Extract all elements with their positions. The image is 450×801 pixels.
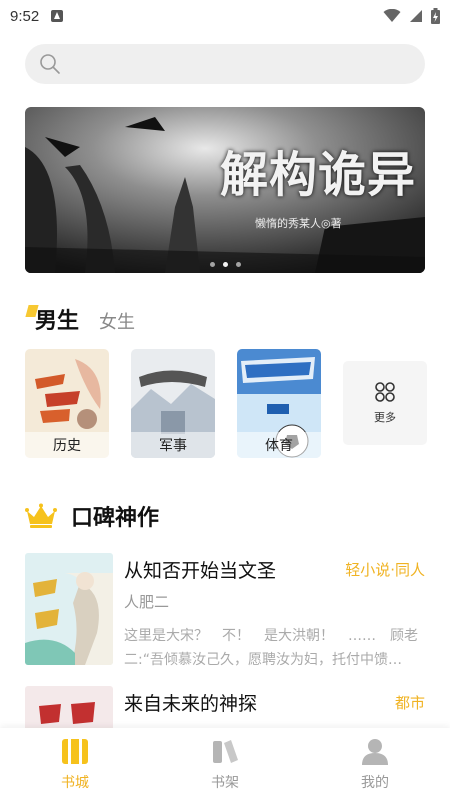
signal-icon [410, 10, 422, 22]
crown-icon [25, 503, 57, 528]
nav-label: 书城 [61, 775, 89, 791]
book-cover-image [25, 553, 113, 665]
notification-icon [51, 10, 64, 22]
category-sports[interactable]: 体育 [237, 349, 321, 458]
banner-dot[interactable] [222, 262, 228, 267]
nav-profile[interactable]: 我的 [300, 728, 450, 801]
book-author: 人肥二 [124, 593, 170, 611]
status-time: 9:52 [10, 7, 40, 25]
search-icon [40, 54, 60, 74]
book-category-tag: 都市 [394, 694, 425, 712]
section-header: 口碑神作 [25, 500, 159, 532]
section-title: 口碑神作 [71, 506, 160, 531]
category-military[interactable]: 军事 [131, 349, 215, 458]
nav-bookshelf[interactable]: 书架 [150, 728, 300, 801]
book-title: 从知否开始当文圣 [124, 560, 277, 582]
category-more-button[interactable]: 更多 [343, 361, 427, 445]
banner-dot[interactable] [235, 262, 241, 267]
screen: 9:52 解构诡异 懒惰的秀某人◎著 男生 女生 历史 军事 体育 更多 口碑神… [0, 0, 450, 801]
tab-male-label: 男生 [35, 309, 80, 334]
tab-male[interactable]: 男生 [25, 303, 79, 335]
category-label: 历史 [25, 432, 109, 458]
bookshelf-icon [213, 740, 238, 763]
tab-female[interactable]: 女生 [99, 308, 135, 335]
banner-author: 懒惰的秀某人◎著 [255, 217, 342, 230]
category-list: 历史 军事 体育 更多 [25, 349, 427, 458]
bookstore-icon [62, 739, 88, 764]
banner-pagination [25, 262, 425, 267]
status-icons [383, 8, 440, 24]
banner-dot[interactable] [209, 262, 215, 267]
gender-tabs: 男生 女生 [25, 303, 135, 335]
more-label: 更多 [374, 411, 396, 424]
book-cover [25, 553, 113, 665]
category-label: 军事 [131, 432, 215, 458]
nav-label: 书架 [211, 775, 239, 791]
book-description: 这里是大宋？ 不！ 是大洪朝！ …… 顾老二:“吾倾慕汝己久，愿聘汝为妇，托付中… [124, 628, 418, 668]
battery-icon [431, 8, 440, 24]
status-bar: 9:52 [0, 0, 450, 32]
search-area [0, 32, 450, 94]
category-label: 体育 [237, 432, 321, 458]
book-title: 来自未来的神探 [124, 693, 258, 715]
nav-bookstore[interactable]: 书城 [0, 728, 150, 801]
banner-title: 解构诡异 [220, 147, 417, 203]
profile-icon [362, 739, 388, 765]
search-bar[interactable] [25, 44, 425, 84]
category-history[interactable]: 历史 [25, 349, 109, 458]
promo-banner[interactable]: 解构诡异 懒惰的秀某人◎著 [25, 107, 425, 273]
bottom-navigation: 书城 书架 我的 [0, 728, 450, 801]
book-item[interactable]: 从知否开始当文圣 轻小说·同人 人肥二 这里是大宋？ 不！ 是大洪朝！ …… 顾… [25, 553, 425, 668]
wifi-icon [383, 9, 401, 22]
grid-icon [375, 382, 395, 402]
book-category-tag: 轻小说·同人 [345, 561, 425, 579]
nav-label: 我的 [361, 775, 389, 791]
